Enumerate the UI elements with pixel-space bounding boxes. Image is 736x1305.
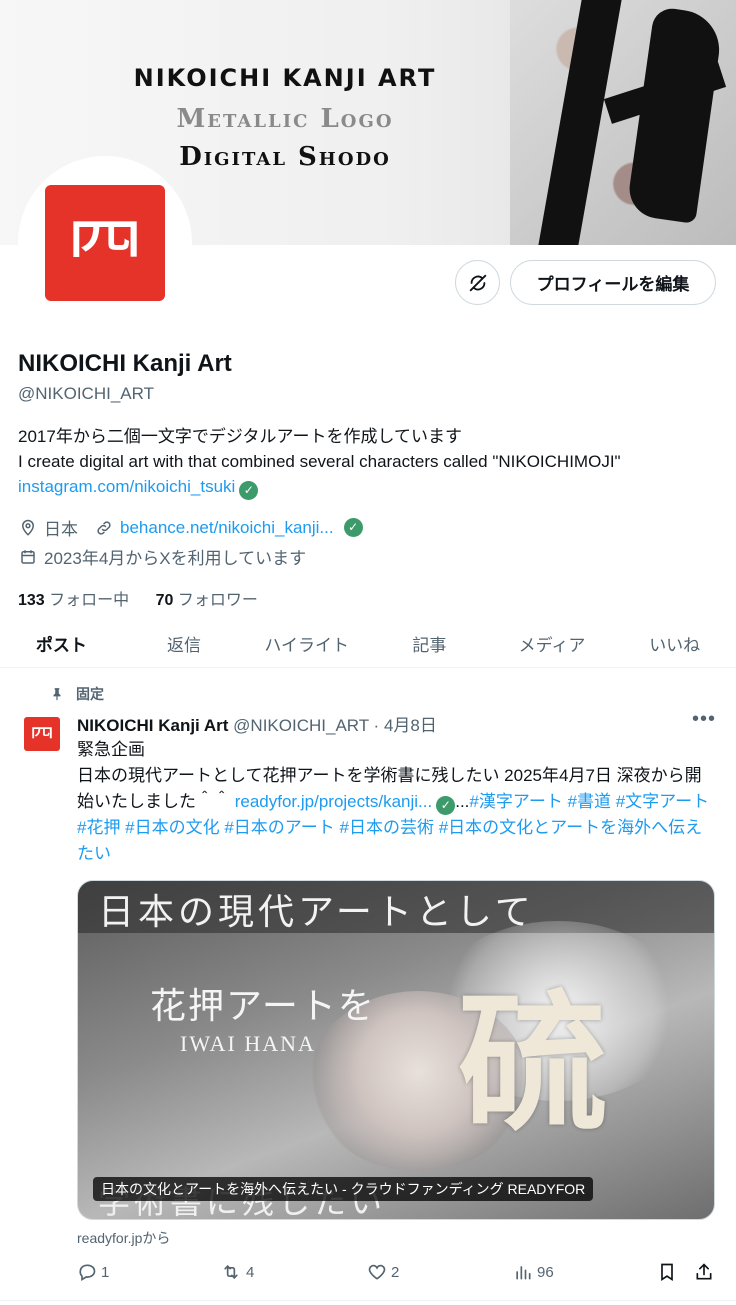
tab-media[interactable]: メディア [491,620,614,667]
post-link[interactable]: readyfor.jp/projects/kanji... [235,792,432,811]
post-handle-date[interactable]: @NIKOICHI_ART · 4月8日 [233,716,437,735]
post-header: NIKOICHI Kanji Art @NIKOICHI_ART · 4月8日 [77,711,437,736]
image-artist-name: IWAI HANA [180,1031,316,1056]
followers-count: 70 [155,592,174,609]
bookmark-button[interactable] [657,1262,677,1282]
followers-label: フォロワー [177,592,258,609]
view-count: 96 [537,1263,554,1281]
pinned-indicator: 固定 [50,684,104,704]
image-calligraphy: 硫 [458,976,609,1152]
post-author-name[interactable]: NIKOICHI Kanji Art [77,716,228,735]
post-text-line: 緊急企画 [77,740,145,759]
link-card-image[interactable]: 日本の現代アートとして 花押アートを IWAI HANA 硫 学術書に残したい … [77,880,715,1220]
card-caption: 日本の文化とアートを海外へ伝えたい - クラウドファンディング READYFOR [93,1177,594,1201]
reply-count: 1 [101,1263,110,1281]
avatar-seal-image: 𦉪 [45,185,165,301]
reply-icon [79,1264,96,1281]
image-subheading: 花押アートを [150,986,376,1027]
website-link[interactable]: behance.net/nikoichi_kanji... [120,518,334,538]
divider [0,1300,736,1301]
tab-articles[interactable]: 記事 [368,620,491,667]
views-button[interactable]: 96 [513,1262,554,1282]
bio-link[interactable]: instagram.com/nikoichi_tsuki [18,477,235,496]
image-heading: 日本の現代アートとして [98,892,535,933]
verified-check-icon: ✓ [436,796,456,815]
tab-highlights[interactable]: ハイライト [245,620,368,667]
following-link[interactable]: 133 フォロー中 [18,592,129,609]
share-icon [696,1263,712,1280]
location-icon [18,518,38,538]
tab-posts[interactable]: ポスト [0,620,123,667]
link-icon [94,518,114,538]
pinned-label: 固定 [76,686,104,702]
analytics-icon [516,1266,531,1280]
heart-icon [368,1264,386,1280]
profile-meta: 日本 behance.net/nikoichi_kanji... ✓ [18,515,363,540]
repost-count: 4 [246,1263,255,1281]
following-label: フォロー中 [49,592,130,609]
post-body: 緊急企画 日本の現代アートとして花押アートを学術書に残したい 2025年4月7日… [77,737,717,867]
username: @NIKOICHI_ART [18,384,154,403]
banner-title: NIKOICHI KANJI ART [133,64,437,92]
followers-link[interactable]: 70 フォロワー [156,592,258,609]
more-options-icon[interactable]: ••• [692,708,716,731]
post-ellipsis: ... [455,792,470,811]
avatar-seal-image: 𦉪 [24,717,60,751]
profile-tabs: ポスト 返信 ハイライト 記事 メディア いいね [0,620,736,668]
profile-avatar[interactable]: 𦉪 [18,156,192,330]
joined-text: 2023年4月からXを利用しています [44,549,307,568]
tab-replies[interactable]: 返信 [123,620,246,667]
like-count: 2 [391,1263,400,1281]
follow-stats: 133 フォロー中 70 フォロワー [18,586,258,610]
refresh-icon [469,274,486,291]
share-button[interactable] [694,1262,714,1282]
edit-profile-button[interactable]: プロフィールを編集 [510,260,716,305]
verified-check-icon: ✓ [239,481,259,500]
bio-line: 2017年から二個一文字でデジタルアートを作成しています [18,427,462,446]
display-name: NIKOICHI Kanji Art [18,350,232,377]
reply-button[interactable]: 1 [77,1262,109,1282]
bio-line: I create digital art with that combined … [18,452,621,471]
post-actions: 1 4 2 96 [77,1262,717,1286]
like-button[interactable]: 2 [367,1262,399,1282]
location-text: 日本 [44,520,78,539]
repost-button[interactable]: 4 [220,1262,254,1282]
verified-check-icon: ✓ [343,518,363,537]
banner-subtitle: Metallic Logo [176,104,394,134]
profile-joined: 2023年4月からXを利用しています [18,544,306,569]
switch-account-button[interactable] [455,260,500,305]
profile-bio: 2017年から二個一文字でデジタルアートを作成しています I create di… [18,424,728,500]
card-source[interactable]: readyfor.jpから [77,1228,170,1248]
banner-subtitle-2: Digital Shodo [179,142,391,172]
bookmark-icon [661,1263,673,1282]
calendar-icon [18,547,38,567]
tab-likes[interactable]: いいね [613,620,736,667]
following-count: 133 [18,592,45,609]
post-author-avatar[interactable]: 𦉪 [22,714,62,754]
pin-icon [53,688,61,701]
repost-icon [224,1264,238,1280]
